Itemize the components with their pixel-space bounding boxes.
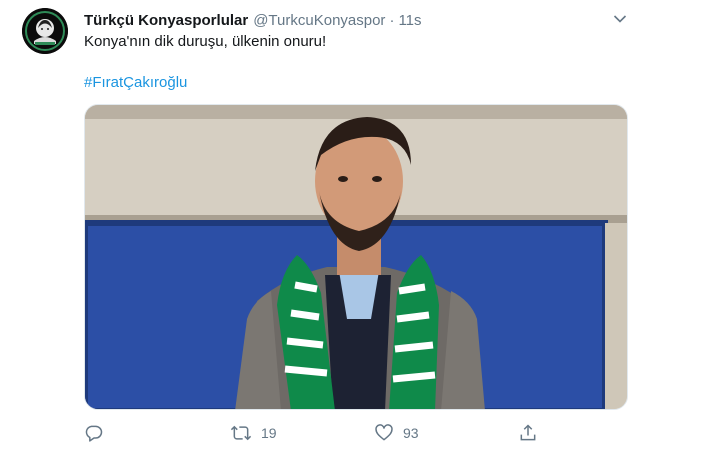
separator-dot: · xyxy=(389,11,395,29)
avatar[interactable] xyxy=(22,8,68,54)
user-handle[interactable]: @TurkcuKonyaspor xyxy=(253,12,385,29)
photo-image xyxy=(85,105,627,409)
like-button[interactable]: 93 xyxy=(374,420,419,446)
retweet-count: 19 xyxy=(261,425,277,441)
heart-icon xyxy=(375,424,393,441)
more-options-button[interactable] xyxy=(609,8,631,30)
share-icon xyxy=(520,424,536,441)
tweet: Türkçü Konyasporlular @TurkcuKonyaspor ·… xyxy=(0,0,708,455)
hashtag-link[interactable]: #FıratÇakıroğlu xyxy=(84,74,187,91)
retweet-icon xyxy=(230,425,252,441)
share-button[interactable] xyxy=(518,420,547,446)
tweet-header: Türkçü Konyasporlular @TurkcuKonyaspor ·… xyxy=(84,10,422,30)
tweet-text: Konya'nın dik duruşu, ülkenin onuru! xyxy=(84,33,327,50)
club-logo-icon xyxy=(22,8,68,54)
tweet-actions: 19 93 xyxy=(84,420,628,446)
retweet-button[interactable]: 19 xyxy=(230,420,277,446)
tweet-photo[interactable] xyxy=(84,104,628,410)
like-count: 93 xyxy=(403,425,419,441)
reply-button[interactable] xyxy=(84,420,113,446)
timestamp[interactable]: 11s xyxy=(398,12,421,29)
reply-icon xyxy=(85,425,103,442)
display-name[interactable]: Türkçü Konyasporlular xyxy=(84,12,248,29)
chevron-down-icon xyxy=(613,15,627,23)
